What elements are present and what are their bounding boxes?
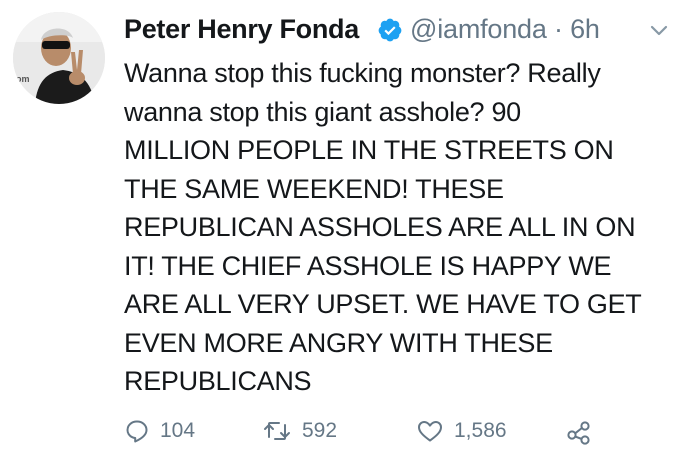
time-separator: · — [554, 14, 563, 44]
reply-icon — [124, 418, 150, 444]
tweet-card: om Peter Henry Fonda @iamfonda · 6h Wann… — [0, 0, 680, 452]
retweet-button[interactable]: 592 — [262, 415, 337, 447]
verified-badge-icon — [377, 17, 403, 43]
author-name[interactable]: Peter Henry Fonda — [124, 14, 359, 45]
share-icon — [565, 417, 593, 445]
like-count: 1,586 — [454, 419, 507, 442]
avatar-image: om — [13, 12, 105, 104]
tweet-actions: 104 592 1,586 — [124, 415, 664, 447]
share-button[interactable] — [565, 415, 593, 447]
tweet-text: Wanna stop this fucking monster? Really … — [124, 58, 642, 396]
avatar[interactable]: om — [13, 12, 105, 104]
retweet-icon — [262, 418, 292, 444]
handle-and-time[interactable]: @iamfonda · 6h — [410, 14, 600, 45]
like-button[interactable]: 1,586 — [416, 415, 507, 447]
reply-button[interactable]: 104 — [124, 415, 195, 447]
chevron-down-icon[interactable] — [650, 24, 668, 38]
author-handle[interactable]: @iamfonda — [410, 14, 547, 44]
avatar-caption: om — [16, 74, 30, 84]
tweet-header: Peter Henry Fonda @iamfonda · 6h — [124, 12, 670, 48]
reply-count: 104 — [160, 419, 196, 442]
retweet-count: 592 — [302, 419, 338, 442]
tweet-time[interactable]: 6h — [570, 14, 600, 44]
heart-icon — [416, 418, 444, 444]
